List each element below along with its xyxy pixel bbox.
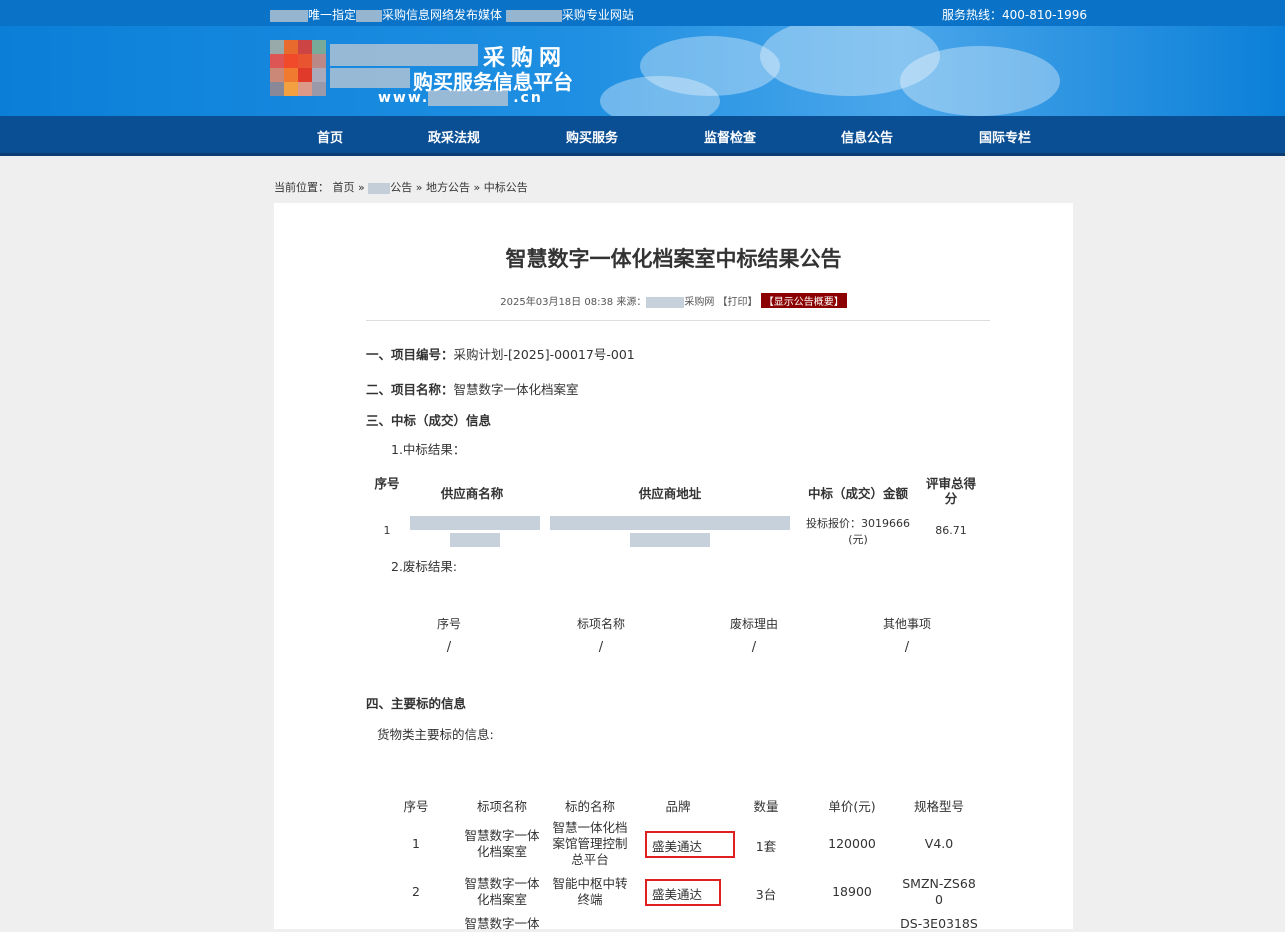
top-bar-slogan: 唯一指定 采购信息网络发布媒体 采购专业网站 xyxy=(270,6,634,23)
site-banner: 采购网 购买服务信息平台 www. .cn xyxy=(0,26,1285,116)
table-header: 数量 xyxy=(753,799,779,814)
slogan-part-1: 唯一指定 xyxy=(308,8,357,22)
project-number: 一、项目编号：采购计划-[2025]-00017号-001 xyxy=(366,347,635,362)
table-cell-name: 智慧一体化档 案馆管理控制 总平台 xyxy=(552,820,628,867)
article-meta: 2025年03月18日 08:38 来源： 采购网 【打印】 【显示公告概要】 xyxy=(274,293,1073,308)
redacted-text xyxy=(646,296,685,308)
brand-highlight-box xyxy=(645,879,721,906)
breadcrumb-local[interactable]: 地方公告 xyxy=(426,181,470,194)
table-header: 序号 xyxy=(374,476,400,491)
table-cell-item: 智慧数字一体 化档案室 xyxy=(464,828,540,859)
table-header: 标项名称 xyxy=(576,617,625,631)
table-cell-amount: 投标报价：3019666 (元) xyxy=(806,517,910,546)
table-cell-qty: 1套 xyxy=(755,839,777,854)
redacted-supplier-address xyxy=(550,516,790,530)
table-header: 中标（成交）金额 xyxy=(807,486,908,501)
site-logo[interactable] xyxy=(270,40,326,98)
table-cell-qty: 3台 xyxy=(755,887,777,902)
print-link[interactable]: 【打印】 xyxy=(718,297,758,308)
table-header: 序号 xyxy=(436,617,461,631)
hotline-label: 服务热线： xyxy=(942,8,1003,22)
breadcrumb-award[interactable]: 中标公告 xyxy=(484,181,528,194)
table-cell-score: 86.71 xyxy=(935,524,967,537)
project-name: 二、项目名称：智慧数字一体化档案室 xyxy=(366,382,579,397)
main-nav: 首页 政采法规 购买服务 监督检查 信息公告 国际专栏 xyxy=(0,116,1285,156)
table-cell-item: 智慧数字一体 xyxy=(464,916,540,931)
breadcrumb-announcements[interactable]: 公告 xyxy=(368,181,412,194)
article-container: 智慧数字一体化档案室中标结果公告 2025年03月18日 08:38 来源： 采购… xyxy=(274,203,1073,931)
goods-subheading: 货物类主要标的信息: xyxy=(377,727,494,742)
publish-date: 2025年03月18日 08:38 xyxy=(500,297,614,308)
redacted-supplier-address xyxy=(630,533,710,547)
breadcrumb-separator: » xyxy=(358,181,365,194)
cloud-decoration xyxy=(900,46,1060,116)
top-bar: 唯一指定 采购信息网络发布媒体 采购专业网站 服务热线：400-810-1996 xyxy=(0,0,1285,26)
nav-item-purchase-service[interactable]: 购买服务 xyxy=(566,127,618,146)
show-summary-button[interactable]: 【显示公告概要】 xyxy=(760,293,847,308)
nav-item-international[interactable]: 国际专栏 xyxy=(979,127,1031,146)
award-info-heading: 三、中标（成交）信息 xyxy=(366,413,492,428)
table-header: 供应商名称 xyxy=(440,486,504,501)
table-header: 序号 xyxy=(403,799,429,814)
table-header: 其他事项 xyxy=(882,617,931,631)
table-cell-name: 智能中枢中转 终端 xyxy=(552,876,628,907)
redacted-text xyxy=(270,9,308,22)
redacted-logo-text xyxy=(330,68,410,88)
table-header: 标项名称 xyxy=(476,799,527,814)
breadcrumb-home[interactable]: 首页 xyxy=(333,181,355,194)
brand-highlight-box xyxy=(645,831,735,858)
failed-result-subheading: 2.废标结果: xyxy=(391,559,458,574)
breadcrumb-separator: » xyxy=(415,181,423,194)
table-header: 品牌 xyxy=(665,799,691,814)
table-cell-price: 120000 xyxy=(828,836,876,851)
nav-item-regulations[interactable]: 政采法规 xyxy=(428,127,480,146)
table-header: 单价(元) xyxy=(828,799,876,814)
slogan-part-3: 采购专业网站 xyxy=(561,8,634,22)
main-items-heading: 四、主要标的信息 xyxy=(366,696,467,711)
table-cell: / xyxy=(598,640,604,655)
table-header: 供应商地址 xyxy=(638,486,702,501)
table-cell-index: 1 xyxy=(412,836,420,851)
redacted-logo-text xyxy=(330,44,478,66)
breadcrumb: 当前位置： 首页 » 公告 » 地方公告 » 中标公告 xyxy=(274,179,528,195)
table-cell-price: 18900 xyxy=(832,884,872,899)
hotline-number: 400-810-1996 xyxy=(1002,8,1088,22)
brand-url: www. .cn xyxy=(378,90,543,106)
table-cell-index: 2 xyxy=(412,884,420,899)
award-result-subheading: 1.中标结果： xyxy=(391,442,466,457)
redacted-supplier-name xyxy=(450,533,500,547)
redacted-supplier-name xyxy=(410,516,540,530)
redacted-text xyxy=(356,9,383,22)
redacted-text xyxy=(505,9,562,22)
table-cell: / xyxy=(751,640,757,655)
divider xyxy=(366,320,990,321)
article-title: 智慧数字一体化档案室中标结果公告 xyxy=(505,247,842,271)
table-cell-model: V4.0 xyxy=(924,836,954,851)
source-label: 来源： xyxy=(616,297,647,308)
table-cell-index: 1 xyxy=(383,524,391,537)
table-header: 评审总得分 xyxy=(925,476,976,506)
table-header: 规格型号 xyxy=(913,799,964,814)
nav-item-home[interactable]: 首页 xyxy=(317,127,343,146)
source-name: 采购网 xyxy=(684,297,715,308)
breadcrumb-label: 当前位置： xyxy=(274,181,329,194)
nav-item-supervision[interactable]: 监督检查 xyxy=(704,127,756,146)
table-cell: / xyxy=(904,640,910,655)
table-cell-model: SMZN-ZS68 0 xyxy=(902,876,976,907)
nav-item-announcements[interactable]: 信息公告 xyxy=(841,127,893,146)
slogan-part-2: 采购信息网络发布媒体 xyxy=(382,8,503,22)
hotline: 服务热线：400-810-1996 xyxy=(942,6,1087,23)
table-cell-item: 智慧数字一体 化档案室 xyxy=(464,876,540,907)
breadcrumb-separator: » xyxy=(473,181,481,194)
table-cell: / xyxy=(446,640,452,655)
table-header: 废标理由 xyxy=(729,617,778,631)
table-header: 标的名称 xyxy=(564,799,615,814)
